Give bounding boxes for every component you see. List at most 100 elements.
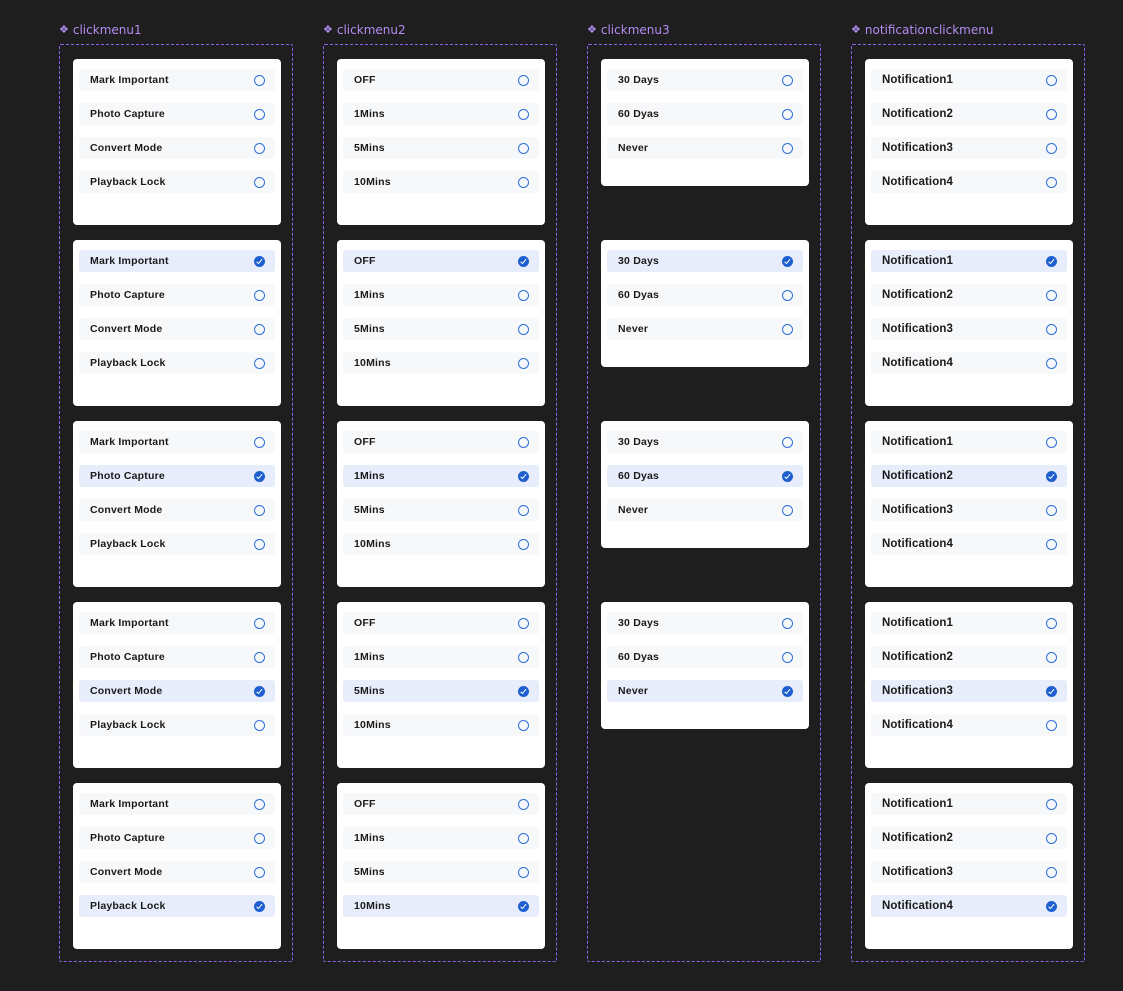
component-label-clickmenu1[interactable]: ❖ clickmenu1 — [59, 23, 142, 37]
menu-option[interactable]: 5Mins — [343, 680, 539, 702]
radio-unchecked-icon[interactable] — [1046, 651, 1057, 663]
menu-option[interactable]: 30 Days — [607, 69, 803, 91]
menu-option[interactable]: 30 Days — [607, 612, 803, 634]
menu-option[interactable]: Never — [607, 680, 803, 702]
menu-option[interactable]: Notification1 — [871, 250, 1067, 272]
menu-option[interactable]: 10Mins — [343, 171, 539, 193]
radio-unchecked-icon[interactable] — [518, 866, 529, 878]
radio-checked-icon[interactable] — [518, 900, 529, 912]
component-label-notificationclickmenu[interactable]: ❖ notificationclickmenu — [851, 23, 993, 37]
menu-option[interactable]: Notification3 — [871, 137, 1067, 159]
radio-unchecked-icon[interactable] — [518, 651, 529, 663]
menu-option[interactable]: Mark Important — [79, 612, 275, 634]
radio-unchecked-icon[interactable] — [782, 108, 793, 120]
component-label-clickmenu2[interactable]: ❖ clickmenu2 — [323, 23, 406, 37]
menu-option[interactable]: 60 Dyas — [607, 646, 803, 668]
menu-option[interactable]: Convert Mode — [79, 499, 275, 521]
radio-unchecked-icon[interactable] — [782, 142, 793, 154]
radio-unchecked-icon[interactable] — [254, 866, 265, 878]
click-menu-variant[interactable]: Notification1 Notification2 Notification3 N… — [865, 59, 1073, 225]
radio-unchecked-icon[interactable] — [1046, 74, 1057, 86]
menu-option[interactable]: Never — [607, 137, 803, 159]
click-menu-variant[interactable]: Notification1 Notification2 Notification3 N… — [865, 783, 1073, 949]
radio-unchecked-icon[interactable] — [1046, 289, 1057, 301]
radio-unchecked-icon[interactable] — [254, 176, 265, 188]
menu-option[interactable]: Notification3 — [871, 499, 1067, 521]
menu-option[interactable]: 10Mins — [343, 533, 539, 555]
menu-option[interactable]: Never — [607, 318, 803, 340]
radio-unchecked-icon[interactable] — [1046, 142, 1057, 154]
menu-option[interactable]: Mark Important — [79, 431, 275, 453]
radio-checked-icon[interactable] — [254, 900, 265, 912]
radio-unchecked-icon[interactable] — [1046, 357, 1057, 369]
radio-unchecked-icon[interactable] — [782, 651, 793, 663]
click-menu-variant[interactable]: OFF 1Mins 5Mins 10Mins — [337, 59, 545, 225]
radio-unchecked-icon[interactable] — [1046, 719, 1057, 731]
menu-option[interactable]: Convert Mode — [79, 137, 275, 159]
radio-unchecked-icon[interactable] — [518, 832, 529, 844]
click-menu-variant[interactable]: Mark Important Photo Capture Convert Mode P… — [73, 783, 281, 949]
radio-unchecked-icon[interactable] — [254, 617, 265, 629]
menu-option[interactable]: 1Mins — [343, 646, 539, 668]
radio-unchecked-icon[interactable] — [254, 538, 265, 550]
menu-option[interactable]: Notification4 — [871, 533, 1067, 555]
radio-unchecked-icon[interactable] — [518, 357, 529, 369]
menu-option[interactable]: 60 Dyas — [607, 284, 803, 306]
menu-option[interactable]: Notification3 — [871, 861, 1067, 883]
menu-option[interactable]: 5Mins — [343, 318, 539, 340]
click-menu-variant[interactable]: OFF 1Mins 5Mins 10Mins — [337, 240, 545, 406]
radio-unchecked-icon[interactable] — [518, 538, 529, 550]
menu-option[interactable]: Convert Mode — [79, 861, 275, 883]
menu-option[interactable]: Playback Lock — [79, 895, 275, 917]
radio-checked-icon[interactable] — [782, 470, 793, 482]
radio-unchecked-icon[interactable] — [254, 798, 265, 810]
menu-option[interactable]: Notification2 — [871, 465, 1067, 487]
menu-option[interactable]: Convert Mode — [79, 318, 275, 340]
radio-unchecked-icon[interactable] — [1046, 538, 1057, 550]
menu-option[interactable]: 60 Dyas — [607, 465, 803, 487]
menu-option[interactable]: Notification2 — [871, 284, 1067, 306]
radio-unchecked-icon[interactable] — [1046, 617, 1057, 629]
menu-option[interactable]: Mark Important — [79, 69, 275, 91]
menu-option[interactable]: Mark Important — [79, 793, 275, 815]
radio-unchecked-icon[interactable] — [1046, 436, 1057, 448]
radio-checked-icon[interactable] — [518, 685, 529, 697]
menu-option[interactable]: 5Mins — [343, 499, 539, 521]
menu-option[interactable]: OFF — [343, 431, 539, 453]
radio-checked-icon[interactable] — [254, 685, 265, 697]
menu-option[interactable]: Notification4 — [871, 171, 1067, 193]
menu-option[interactable]: 1Mins — [343, 284, 539, 306]
click-menu-variant[interactable]: 30 Days 60 Dyas Never — [601, 240, 809, 367]
radio-checked-icon[interactable] — [1046, 900, 1057, 912]
radio-checked-icon[interactable] — [782, 685, 793, 697]
menu-option[interactable]: Photo Capture — [79, 284, 275, 306]
radio-unchecked-icon[interactable] — [518, 289, 529, 301]
menu-option[interactable]: Photo Capture — [79, 465, 275, 487]
radio-unchecked-icon[interactable] — [1046, 832, 1057, 844]
radio-unchecked-icon[interactable] — [782, 436, 793, 448]
radio-unchecked-icon[interactable] — [254, 142, 265, 154]
menu-option[interactable]: OFF — [343, 250, 539, 272]
radio-unchecked-icon[interactable] — [518, 176, 529, 188]
radio-unchecked-icon[interactable] — [1046, 504, 1057, 516]
menu-option[interactable]: 5Mins — [343, 861, 539, 883]
radio-unchecked-icon[interactable] — [782, 289, 793, 301]
menu-option[interactable]: Notification1 — [871, 612, 1067, 634]
radio-checked-icon[interactable] — [1046, 470, 1057, 482]
radio-unchecked-icon[interactable] — [254, 504, 265, 516]
menu-option[interactable]: Notification4 — [871, 895, 1067, 917]
menu-option[interactable]: Playback Lock — [79, 714, 275, 736]
click-menu-variant[interactable]: Notification1 Notification2 Notification3 N… — [865, 602, 1073, 768]
radio-unchecked-icon[interactable] — [254, 74, 265, 86]
radio-checked-icon[interactable] — [254, 470, 265, 482]
radio-unchecked-icon[interactable] — [254, 323, 265, 335]
menu-option[interactable]: 10Mins — [343, 714, 539, 736]
menu-option[interactable]: 10Mins — [343, 352, 539, 374]
menu-option[interactable]: 30 Days — [607, 431, 803, 453]
menu-option[interactable]: Photo Capture — [79, 103, 275, 125]
radio-unchecked-icon[interactable] — [518, 436, 529, 448]
menu-option[interactable]: 1Mins — [343, 103, 539, 125]
radio-unchecked-icon[interactable] — [254, 832, 265, 844]
radio-unchecked-icon[interactable] — [254, 651, 265, 663]
menu-option[interactable]: OFF — [343, 793, 539, 815]
